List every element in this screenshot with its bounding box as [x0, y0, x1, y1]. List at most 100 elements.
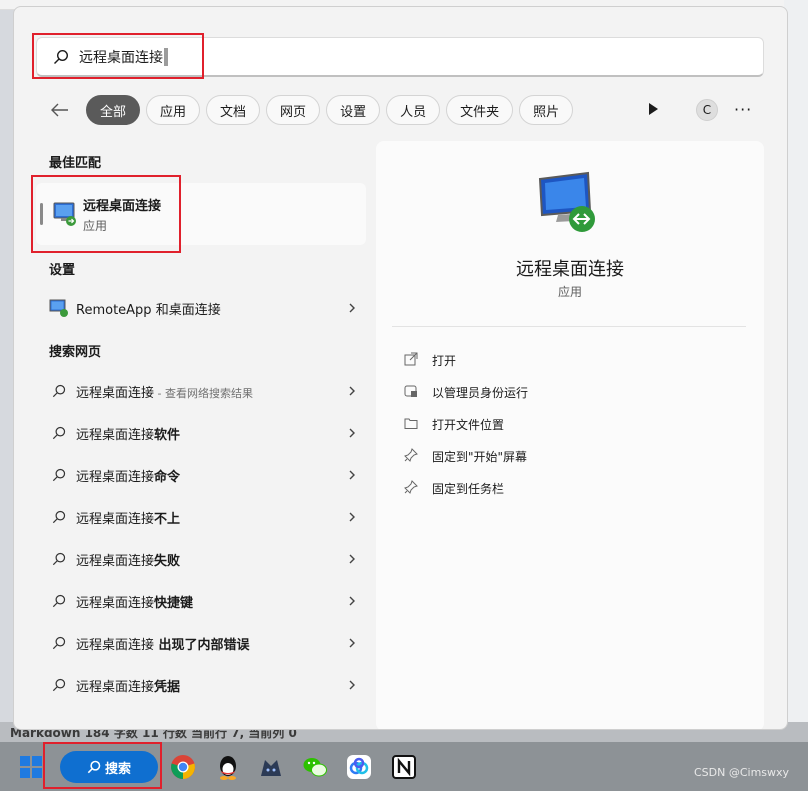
section-best-match: 最佳匹配	[49, 156, 102, 171]
web-result-suggestion: 出现了内部错误	[154, 637, 250, 653]
app-icon[interactable]	[258, 754, 284, 780]
more-options-button[interactable]: ···	[734, 100, 752, 119]
web-result-label: 远程桌面连接软件	[76, 424, 348, 443]
arrow-left-icon	[51, 103, 68, 117]
web-result-item[interactable]: 远程桌面连接凭据	[36, 667, 366, 703]
settings-item-remoteapp[interactable]: RemoteApp 和桌面连接	[36, 290, 366, 326]
chevron-right-icon	[348, 550, 366, 569]
web-result-label: 远程桌面连接凭据	[76, 676, 348, 695]
filter-apps[interactable]: 应用	[146, 95, 201, 125]
action-label: 打开文件位置	[432, 417, 505, 432]
chevron-right-icon	[348, 508, 366, 527]
web-result-label: 远程桌面连接 出现了内部错误	[76, 634, 348, 653]
search-icon	[52, 384, 66, 398]
web-result-suggestion: 快捷键	[154, 595, 194, 611]
filter-web[interactable]: 网页	[266, 95, 321, 125]
web-result-label: 远程桌面连接快捷键	[76, 592, 348, 611]
chevron-right-icon	[348, 592, 366, 611]
open-icon	[404, 352, 432, 369]
shield-icon	[404, 384, 432, 401]
action-run-as-admin[interactable]: 以管理员身份运行	[404, 380, 528, 404]
filter-photos[interactable]: 照片	[519, 95, 574, 125]
web-result-label: 远程桌面连接失败	[76, 550, 348, 569]
action-label: 固定到任务栏	[432, 481, 505, 496]
chevron-right-icon	[348, 424, 366, 443]
web-result-label: 远程桌面连接不上	[76, 508, 348, 527]
highlight-taskbar-search	[43, 742, 162, 789]
web-result-item[interactable]: 远程桌面连接快捷键	[36, 583, 366, 619]
web-result-query: 远程桌面连接	[76, 511, 155, 527]
web-result-suggestion: 凭据	[154, 679, 181, 695]
web-result-item[interactable]: 远程桌面连接软件	[36, 415, 366, 451]
pin-icon	[404, 479, 432, 497]
pin-icon	[404, 447, 432, 465]
chevron-right-icon	[348, 634, 366, 653]
web-result-hint: - 查看网络搜索结果	[154, 386, 253, 400]
search-icon	[52, 678, 66, 692]
chevron-right-icon	[348, 676, 366, 695]
web-result-label: 远程桌面连接命令	[76, 466, 348, 485]
search-icon	[52, 552, 66, 566]
action-label: 固定到"开始"屏幕	[432, 449, 528, 464]
notion-icon[interactable]	[391, 754, 417, 780]
play-icon[interactable]	[645, 101, 661, 117]
filter-folders[interactable]: 文件夹	[446, 95, 514, 125]
highlight-search-box	[32, 33, 204, 79]
search-icon	[52, 510, 66, 524]
wechat-icon[interactable]	[302, 754, 328, 780]
search-icon	[52, 636, 66, 650]
search-panel: 远程桌面连接 全部 应用 文档 网页 设置 人员 文件夹 照片 C ··· 最佳…	[13, 6, 788, 730]
filter-bar: 全部 应用 文档 网页 设置 人员 文件夹 照片	[46, 95, 574, 125]
web-result-item[interactable]: 远程桌面连接命令	[36, 457, 366, 493]
web-result-item[interactable]: 远程桌面连接不上	[36, 499, 366, 535]
chevron-right-icon	[348, 382, 366, 401]
chrome-icon[interactable]	[170, 754, 196, 780]
filter-documents[interactable]: 文档	[206, 95, 261, 125]
detail-pane: 远程桌面连接 应用 打开 以管理员身份运行 打开文件位置 固定到"开始"屏幕 固…	[376, 141, 764, 729]
highlight-best-match	[31, 175, 181, 253]
action-label: 打开	[432, 353, 457, 368]
action-open-file-location[interactable]: 打开文件位置	[404, 412, 504, 436]
search-icon	[52, 468, 66, 482]
search-icon	[52, 594, 66, 608]
remote-desktop-large-icon	[538, 171, 595, 232]
web-result-query: 远程桌面连接	[76, 553, 155, 569]
web-result-item[interactable]: 远程桌面连接 出现了内部错误	[36, 625, 366, 661]
web-result-query: 远程桌面连接	[76, 427, 155, 443]
web-result-suggestion: 命令	[154, 469, 181, 485]
filter-all[interactable]: 全部	[86, 95, 141, 125]
web-result-query: 远程桌面连接	[76, 469, 155, 485]
chevron-right-icon	[348, 466, 366, 485]
search-icon	[52, 426, 66, 440]
section-settings: 设置	[49, 263, 76, 278]
web-result-item[interactable]: 远程桌面连接 - 查看网络搜索结果	[36, 373, 366, 409]
action-pin-to-taskbar[interactable]: 固定到任务栏	[404, 476, 504, 500]
chevron-right-icon	[348, 299, 366, 318]
action-label: 以管理员身份运行	[432, 385, 529, 400]
windows-start-icon[interactable]	[20, 756, 42, 778]
folder-icon	[404, 417, 432, 432]
web-result-suggestion: 失败	[154, 553, 181, 569]
web-result-suggestion: 软件	[154, 427, 181, 443]
detail-app-type: 应用	[557, 285, 582, 299]
watermark: CSDN @Cimswxy	[694, 766, 790, 779]
action-open[interactable]: 打开	[404, 348, 456, 372]
section-search-web: 搜索网页	[49, 345, 102, 360]
web-result-query: 远程桌面连接	[76, 385, 155, 401]
web-result-item[interactable]: 远程桌面连接失败	[36, 541, 366, 577]
qq-icon[interactable]	[215, 754, 241, 780]
remoteapp-icon	[49, 299, 68, 317]
web-result-query: 远程桌面连接	[76, 637, 155, 653]
web-result-query: 远程桌面连接	[76, 679, 155, 695]
filter-settings[interactable]: 设置	[326, 95, 381, 125]
account-avatar[interactable]: C	[696, 99, 718, 121]
back-button[interactable]	[46, 96, 74, 124]
action-pin-to-start[interactable]: 固定到"开始"屏幕	[404, 444, 527, 468]
web-result-suggestion: 不上	[154, 511, 181, 527]
filter-people[interactable]: 人员	[386, 95, 441, 125]
web-result-label: 远程桌面连接 - 查看网络搜索结果	[76, 382, 348, 401]
detail-app-name: 远程桌面连接	[516, 259, 624, 280]
settings-item-label: RemoteApp 和桌面连接	[76, 302, 221, 318]
baidu-netdisk-icon[interactable]	[346, 754, 372, 780]
web-result-query: 远程桌面连接	[76, 595, 155, 611]
